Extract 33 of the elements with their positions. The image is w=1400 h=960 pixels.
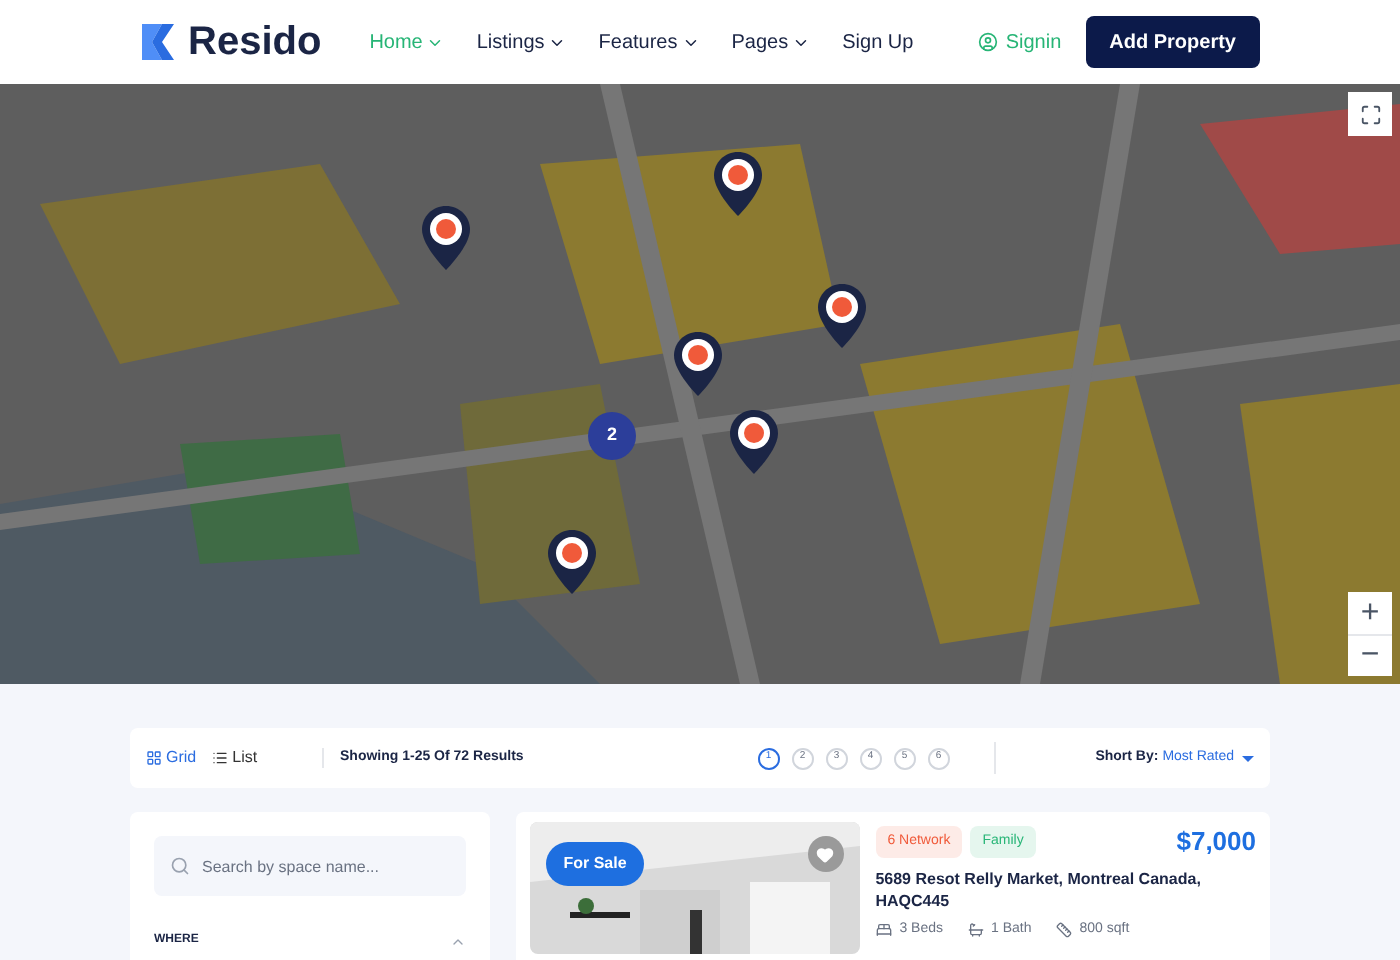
map-pin-icon[interactable] xyxy=(672,330,724,398)
map-pin-icon[interactable] xyxy=(711,150,764,218)
logo-text: Resido xyxy=(188,18,322,68)
map-pin-icon[interactable] xyxy=(816,282,869,350)
zoom-in-button[interactable]: + xyxy=(1348,592,1392,634)
status-badge: For Sale xyxy=(545,842,645,886)
property-title: 5689 Resot Relly Market, Montreal Canada, HAQC445 xyxy=(875,867,1203,911)
zoom-out-button[interactable]: − xyxy=(1348,634,1392,676)
search-icon xyxy=(170,856,190,876)
view-toggle[interactable]: Grid xyxy=(146,746,197,770)
map-pin-icon[interactable] xyxy=(420,204,472,272)
nav-link[interactable]: Sign Up xyxy=(842,27,914,57)
nav-link[interactable]: Pages xyxy=(731,27,811,57)
nav-link[interactable]: Features xyxy=(598,27,700,57)
fact-icon xyxy=(875,921,892,937)
user-icon xyxy=(977,32,998,52)
map-pin-icon[interactable] xyxy=(546,528,598,596)
price: $7,000 xyxy=(1176,824,1256,860)
logo-icon xyxy=(140,22,180,62)
list-icon xyxy=(212,750,229,766)
grid-icon xyxy=(146,750,162,766)
map-pin-icon[interactable] xyxy=(728,408,780,476)
fullscreen-button[interactable] xyxy=(1348,92,1392,136)
search-field[interactable]: Search by space name... xyxy=(154,836,466,896)
fullscreen-icon xyxy=(1359,103,1381,125)
fact-icon xyxy=(967,921,983,937)
map[interactable]: 2 + − xyxy=(0,84,1400,684)
view-toggle[interactable]: List xyxy=(212,746,258,770)
fact-icon xyxy=(1055,921,1072,937)
heart-icon xyxy=(816,845,835,863)
caret-icon xyxy=(1242,755,1254,761)
add-property-button[interactable]: Add Property xyxy=(1085,16,1260,68)
nav-link[interactable]: Listings xyxy=(476,27,567,57)
